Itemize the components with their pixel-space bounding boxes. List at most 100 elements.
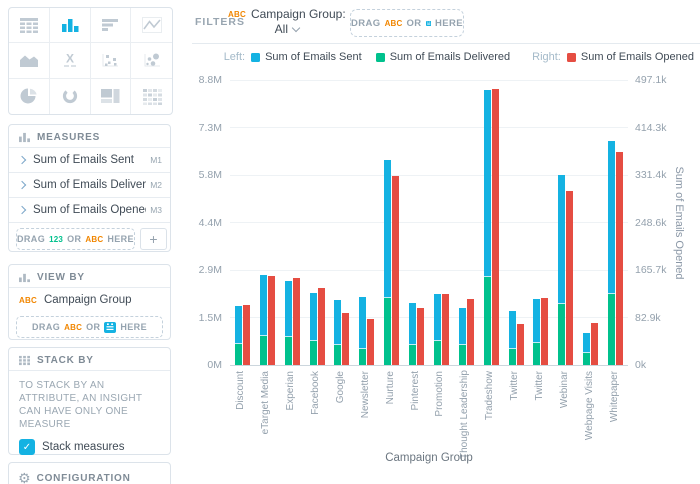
vis-type-pie-chart[interactable]	[9, 79, 50, 114]
bar-opened[interactable]	[442, 294, 449, 365]
bar-opened[interactable]	[566, 191, 573, 365]
drop-zone-text: OR	[67, 234, 81, 244]
measure-label: Sum of Emails Sent	[33, 154, 146, 166]
view-by-icon	[18, 272, 31, 283]
bar-opened[interactable]	[417, 308, 424, 365]
bar-sent[interactable]	[260, 275, 267, 336]
configuration-header[interactable]: ⚙ CONFIGURATION	[9, 463, 170, 484]
drop-zone-text: HERE	[120, 322, 147, 332]
checkbox-stack-measures[interactable]: ✓ Stack measures	[9, 435, 170, 459]
bar-opened[interactable]	[318, 288, 325, 365]
bar-delivered[interactable]	[459, 345, 466, 365]
bar-sent[interactable]	[384, 160, 391, 298]
donut-chart-icon	[58, 86, 82, 106]
bar-sent[interactable]	[409, 303, 416, 345]
bar-delivered[interactable]	[608, 294, 615, 365]
expand-chevron-icon[interactable]	[18, 181, 26, 189]
measure-item[interactable]: Sum of Emails SentM1	[9, 147, 170, 172]
bar-opened[interactable]	[541, 298, 548, 365]
vis-type-bar-chart[interactable]	[91, 8, 132, 43]
headline-icon: X	[58, 50, 82, 70]
left-axis-tick: 5.8M	[180, 169, 222, 181]
bar-sent[interactable]	[608, 141, 615, 294]
catalog-sidebar: X MEASURES Sum of Emails SentM1Sum of Em…	[0, 0, 180, 484]
bar-sent[interactable]	[484, 90, 491, 277]
measure-item[interactable]: Sum of Emails DeliveredM2	[9, 172, 170, 197]
bar-delivered[interactable]	[583, 353, 590, 365]
bar-opened[interactable]	[367, 319, 374, 365]
configuration-section: ⚙ CONFIGURATION	[8, 462, 171, 484]
left-axis-tick: 7.3M	[180, 122, 222, 134]
bar-chart-icon	[98, 15, 122, 35]
bar-delivered[interactable]	[235, 344, 242, 365]
bar-opened[interactable]	[243, 305, 250, 365]
bar-delivered[interactable]	[384, 298, 391, 365]
bar-sent[interactable]	[558, 175, 565, 304]
bar-opened[interactable]	[591, 323, 598, 365]
measures-footer: DRAG 123 OR ABC HERE +	[9, 222, 170, 256]
bar-delivered[interactable]	[285, 337, 292, 365]
attribute-tag: ABC	[19, 296, 37, 305]
view-by-drop-zone[interactable]: DRAG ABC OR HERE	[16, 316, 163, 338]
bar-opened[interactable]	[616, 152, 623, 365]
add-measure-button[interactable]: +	[140, 228, 167, 250]
vis-type-scatter-plot[interactable]	[91, 43, 132, 78]
vis-type-line-chart[interactable]	[131, 8, 172, 43]
bar-sent[interactable]	[285, 281, 292, 337]
right-axis-tick: 0k	[635, 359, 646, 371]
bar-sent[interactable]	[459, 308, 466, 345]
bar-sent[interactable]	[533, 299, 540, 343]
bar-sent[interactable]	[235, 306, 242, 344]
right-axis-tick: 165.7k	[635, 264, 667, 276]
bar-delivered[interactable]	[484, 277, 491, 365]
measures-drop-zone[interactable]: DRAG 123 OR ABC HERE	[16, 228, 135, 250]
stack-by-hint: TO STACK BY AN ATTRIBUTE, AN INSIGHT CAN…	[9, 370, 170, 435]
vis-type-treemap[interactable]	[91, 79, 132, 114]
vis-type-donut-chart[interactable]	[50, 79, 91, 114]
bar-sent[interactable]	[509, 311, 516, 349]
calendar-icon	[104, 322, 116, 333]
bar-sent[interactable]	[434, 294, 441, 341]
measure-item[interactable]: Sum of Emails OpenedM3	[9, 197, 170, 222]
analytical-designer-app: X MEASURES Sum of Emails SentM1Sum of Em…	[0, 0, 700, 484]
bar-sent[interactable]	[359, 297, 366, 349]
bar-opened[interactable]	[342, 313, 349, 365]
view-by-attribute[interactable]: ABCCampaign Group	[9, 287, 170, 312]
vis-type-headline[interactable]: X	[50, 43, 91, 78]
configuration-title: CONFIGURATION	[37, 473, 131, 484]
vis-type-heatmap[interactable]	[131, 79, 172, 114]
bar-delivered[interactable]	[409, 345, 416, 365]
bar-sent[interactable]	[334, 300, 341, 346]
expand-chevron-icon[interactable]	[18, 156, 26, 164]
checkbox-icon[interactable]: ✓	[19, 439, 35, 455]
bar-opened[interactable]	[517, 324, 524, 365]
bar-delivered[interactable]	[533, 343, 540, 365]
measure-label: Sum of Emails Delivered	[33, 179, 146, 191]
scatter-plot-icon	[98, 50, 122, 70]
bar-delivered[interactable]	[434, 341, 441, 365]
bar-delivered[interactable]	[558, 304, 565, 365]
stack-by-header: STACK BY	[9, 348, 170, 370]
bar-sent[interactable]	[583, 333, 590, 353]
checkbox-label: Stack measures	[42, 441, 124, 453]
bar-opened[interactable]	[268, 276, 275, 365]
bar-delivered[interactable]	[334, 345, 341, 365]
bar-opened[interactable]	[293, 278, 300, 365]
vis-type-column-chart[interactable]	[50, 8, 91, 43]
view-by-section: VIEW BY ABCCampaign Group DRAG ABC OR HE…	[8, 264, 171, 340]
bar-delivered[interactable]	[260, 336, 267, 365]
right-axis-title: Sum of Emails Opened	[671, 123, 685, 323]
expand-chevron-icon[interactable]	[18, 206, 26, 214]
bar-delivered[interactable]	[310, 341, 317, 365]
vis-type-table[interactable]	[9, 8, 50, 43]
bar-opened[interactable]	[392, 176, 399, 365]
vis-type-area-chart[interactable]	[9, 43, 50, 78]
bar-sent[interactable]	[310, 293, 317, 341]
bar-opened[interactable]	[467, 299, 474, 365]
bar-delivered[interactable]	[509, 349, 516, 365]
vis-type-bubble-chart[interactable]	[131, 43, 172, 78]
left-axis-tick: 1.5M	[180, 312, 222, 324]
bar-delivered[interactable]	[359, 349, 366, 365]
x-axis-label: Twitter	[534, 371, 548, 459]
bar-opened[interactable]	[492, 89, 499, 365]
